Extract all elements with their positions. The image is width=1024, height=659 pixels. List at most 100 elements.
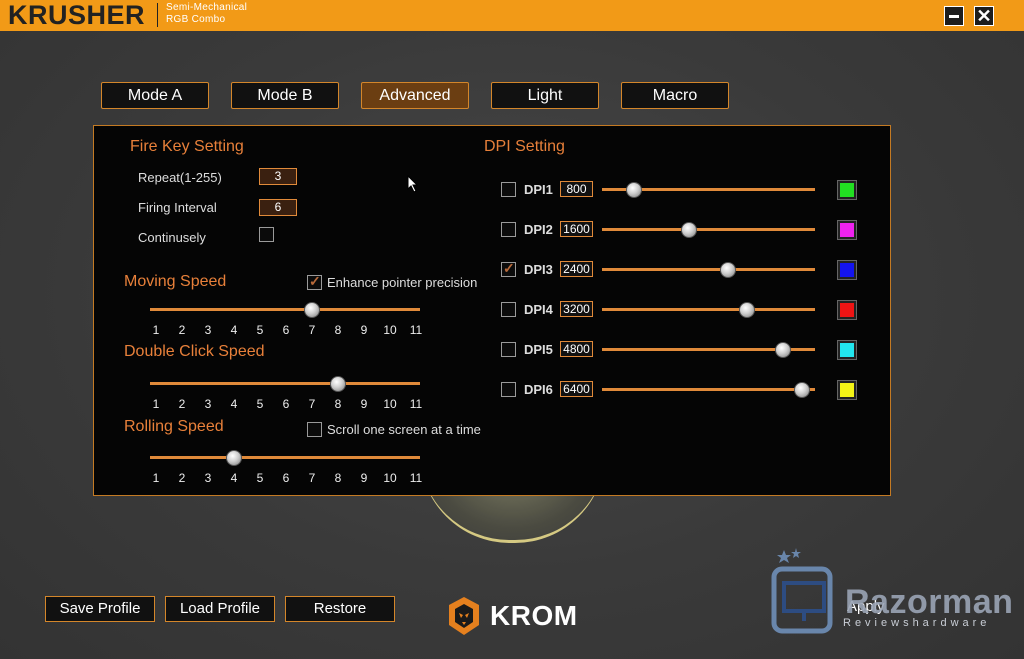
scale-tick: 4 (230, 323, 238, 337)
double-click-thumb[interactable] (330, 376, 346, 392)
advanced-panel: Fire Key Setting Repeat(1-255) 3 Firing … (93, 125, 891, 496)
scale-tick: 1 (152, 397, 160, 411)
scale-tick: 5 (256, 397, 264, 411)
dpi4-color-swatch[interactable] (837, 300, 857, 320)
dpi3-thumb[interactable] (719, 262, 736, 278)
moving-speed-thumb[interactable] (304, 302, 320, 318)
dpi3-track[interactable] (602, 268, 815, 271)
dpi6-value[interactable]: 6400 (560, 381, 593, 397)
scale-tick: 6 (282, 323, 290, 337)
rolling-speed-title: Rolling Speed (124, 418, 224, 435)
dpi1-checkbox[interactable] (501, 182, 516, 197)
brand-subtitle-1: Semi-Mechanical (166, 2, 248, 13)
double-click-track[interactable] (150, 382, 420, 385)
dpi4-thumb[interactable] (738, 302, 755, 318)
dpi6-thumb[interactable] (794, 382, 811, 398)
scroll-screen-label: Scroll one screen at a time (327, 422, 481, 437)
scale-tick: 4 (230, 471, 238, 485)
rolling-speed-track[interactable] (150, 456, 420, 459)
tab-macro[interactable]: Macro (621, 82, 729, 109)
dpi3-value[interactable]: 2400 (560, 261, 593, 277)
tab-light[interactable]: Light (491, 82, 599, 109)
dpi3-label: DPI3 (524, 262, 553, 277)
dpi5-label: DPI5 (524, 342, 553, 357)
dpi1-thumb[interactable] (625, 182, 642, 198)
scale-tick: 9 (360, 397, 368, 411)
krom-logo-text: KROM (490, 600, 578, 631)
save-profile-button[interactable]: Save Profile (45, 596, 155, 622)
dpi4-value[interactable]: 3200 (560, 301, 593, 317)
moving-speed-track[interactable] (150, 308, 420, 311)
dpi6-label: DPI6 (524, 382, 553, 397)
scale-tick: 7 (308, 323, 316, 337)
scale-tick: 1 (152, 323, 160, 337)
dpi2-label: DPI2 (524, 222, 553, 237)
dpi6-color-swatch[interactable] (837, 380, 857, 400)
scale-tick: 11 (409, 397, 423, 411)
dpi2-track[interactable] (602, 228, 815, 231)
repeat-input[interactable]: 3 (259, 168, 297, 185)
moving-speed-scale: 1 2 3 4 5 6 7 8 9 10 11 (148, 323, 424, 337)
scale-tick: 6 (282, 397, 290, 411)
scale-tick: 2 (178, 471, 186, 485)
dpi2-value[interactable]: 1600 (560, 221, 593, 237)
scale-tick: 3 (204, 471, 212, 485)
watermark-monitor-icon (771, 548, 833, 634)
moving-speed-title: Moving Speed (124, 273, 227, 290)
scale-tick: 8 (334, 323, 342, 337)
dpi4-track[interactable] (602, 308, 815, 311)
dpi3-checkbox[interactable] (501, 260, 516, 277)
scale-tick: 11 (409, 471, 423, 485)
scale-tick: 5 (256, 471, 264, 485)
brand-subtitle-2: RGB Combo (166, 14, 226, 25)
minimize-button[interactable] (944, 6, 964, 26)
dpi4-checkbox[interactable] (501, 302, 516, 317)
rolling-speed-scale: 1 2 3 4 5 6 7 8 9 10 11 (148, 471, 424, 485)
scale-tick: 9 (360, 323, 368, 337)
scale-tick: 4 (230, 397, 238, 411)
enhance-precision-checkbox[interactable] (307, 273, 322, 290)
tab-mode-b[interactable]: Mode B (231, 82, 339, 109)
firing-interval-input[interactable]: 6 (259, 199, 297, 216)
dpi1-color-swatch[interactable] (837, 180, 857, 200)
tab-mode-a[interactable]: Mode A (101, 82, 209, 109)
dpi3-color-swatch[interactable] (837, 260, 857, 280)
dpi5-checkbox[interactable] (501, 342, 516, 357)
app-window: KRUSHER Semi-Mechanical RGB Combo ✕ Mode… (0, 0, 1024, 659)
dpi6-checkbox[interactable] (501, 382, 516, 397)
title-bar: KRUSHER Semi-Mechanical RGB Combo ✕ (0, 0, 1024, 31)
scale-tick: 11 (409, 323, 423, 337)
scale-tick: 2 (178, 323, 186, 337)
dpi4-label: DPI4 (524, 302, 553, 317)
load-profile-button[interactable]: Load Profile (165, 596, 275, 622)
brand-title: KRUSHER (8, 0, 146, 30)
fire-key-title: Fire Key Setting (130, 138, 244, 155)
tab-advanced[interactable]: Advanced (361, 82, 469, 109)
scale-tick: 5 (256, 323, 264, 337)
double-click-title: Double Click Speed (124, 343, 265, 360)
dpi2-thumb[interactable] (681, 222, 698, 238)
dpi5-color-swatch[interactable] (837, 340, 857, 360)
repeat-label: Repeat(1-255) (138, 170, 222, 185)
dpi5-thumb[interactable] (775, 342, 792, 358)
scroll-screen-checkbox[interactable] (307, 422, 322, 437)
dpi6-track[interactable] (602, 388, 815, 391)
rolling-speed-thumb[interactable] (226, 450, 242, 466)
scale-tick: 8 (334, 397, 342, 411)
dpi1-label: DPI1 (524, 182, 553, 197)
scale-tick: 10 (383, 471, 397, 485)
scale-tick: 9 (360, 471, 368, 485)
firing-interval-label: Firing Interval (138, 200, 217, 215)
mouse-cursor-icon (407, 175, 419, 193)
restore-button[interactable]: Restore (285, 596, 395, 622)
dpi1-value[interactable]: 800 (560, 181, 593, 197)
krom-lion-logo-icon (449, 597, 479, 635)
continuous-checkbox[interactable] (259, 227, 274, 242)
enhance-precision-label: Enhance pointer precision (327, 275, 478, 290)
scale-tick: 10 (383, 397, 397, 411)
continuous-label: Continusely (138, 230, 206, 245)
dpi2-checkbox[interactable] (501, 222, 516, 237)
dpi2-color-swatch[interactable] (837, 220, 857, 240)
close-button[interactable]: ✕ (974, 6, 994, 26)
dpi5-value[interactable]: 4800 (560, 341, 593, 357)
